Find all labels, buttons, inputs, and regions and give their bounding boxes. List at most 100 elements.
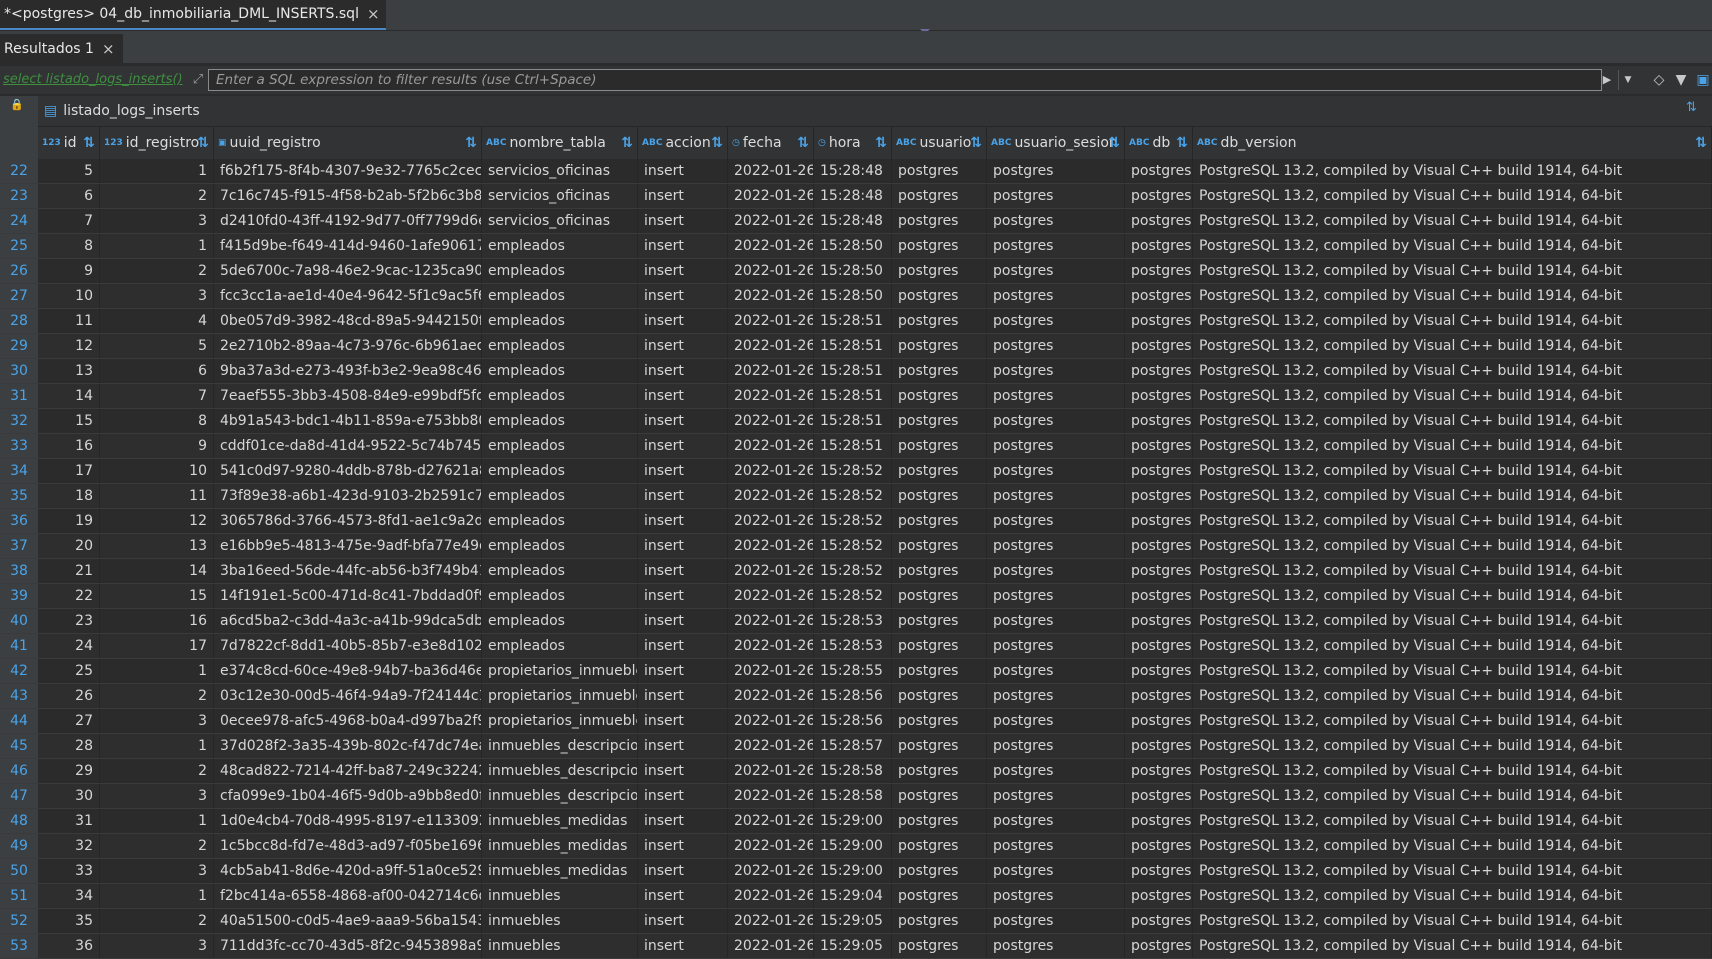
cell-db[interactable]: postgres: [1125, 259, 1193, 283]
cell-id[interactable]: 29: [38, 759, 100, 783]
cell-id[interactable]: 7: [38, 209, 100, 233]
cell-fecha[interactable]: 2022-01-26: [728, 934, 814, 958]
cell-id-registro[interactable]: 8: [100, 409, 214, 433]
cell-db-version[interactable]: PostgreSQL 13.2, compiled by Visual C++ …: [1193, 559, 1712, 583]
cell-fecha[interactable]: 2022-01-26: [728, 334, 814, 358]
cell-db-version[interactable]: PostgreSQL 13.2, compiled by Visual C++ …: [1193, 334, 1712, 358]
cell-db[interactable]: postgres: [1125, 809, 1193, 833]
cell-id[interactable]: 19: [38, 509, 100, 533]
row-number[interactable]: 47: [0, 784, 38, 808]
cell-hora[interactable]: 15:29:00: [814, 809, 892, 833]
cell-accion[interactable]: insert: [638, 359, 728, 383]
row-number[interactable]: 36: [0, 509, 38, 533]
cell-id-registro[interactable]: 1: [100, 234, 214, 258]
cell-nombre-tabla[interactable]: inmuebles_medidas: [482, 834, 638, 858]
cell-id-registro[interactable]: 3: [100, 284, 214, 308]
cell-db-version[interactable]: PostgreSQL 13.2, compiled by Visual C++ …: [1193, 634, 1712, 658]
cell-id-registro[interactable]: 7: [100, 384, 214, 408]
table-row[interactable]: 3821143ba16eed-56de-44fc-ab56-b3f749b41e…: [0, 559, 1712, 584]
cell-usuario-sesion[interactable]: postgres: [987, 159, 1125, 183]
cell-hora[interactable]: 15:28:51: [814, 334, 892, 358]
cell-uuid-registro[interactable]: 1d0e4cb4-70d8-4995-8197-e1133092687f: [214, 809, 482, 833]
table-row[interactable]: 26925de6700c-7a98-46e2-9cac-1235ca90249b…: [0, 259, 1712, 284]
table-row[interactable]: 4326203c12e30-00d5-46f4-94a9-7f24144c152…: [0, 684, 1712, 709]
cell-accion[interactable]: insert: [638, 684, 728, 708]
cell-nombre-tabla[interactable]: empleados: [482, 334, 638, 358]
cell-hora[interactable]: 15:28:58: [814, 759, 892, 783]
panel-icon[interactable]: ▣: [1694, 70, 1712, 90]
cell-usuario-sesion[interactable]: postgres: [987, 484, 1125, 508]
cell-usuario[interactable]: postgres: [892, 684, 987, 708]
cell-uuid-registro[interactable]: 73f89e38-a6b1-423d-9103-2b2591c773d9: [214, 484, 482, 508]
cell-db[interactable]: postgres: [1125, 609, 1193, 633]
cell-hora[interactable]: 15:28:51: [814, 359, 892, 383]
play-icon[interactable]: ▶: [1598, 70, 1616, 90]
eraser-icon[interactable]: ◇: [1650, 70, 1668, 90]
cell-usuario[interactable]: postgres: [892, 709, 987, 733]
cell-usuario[interactable]: postgres: [892, 159, 987, 183]
cell-uuid-registro[interactable]: 7c16c745-f915-4f58-b2ab-5f2b6c3b8ade: [214, 184, 482, 208]
cell-id[interactable]: 6: [38, 184, 100, 208]
cell-db-version[interactable]: PostgreSQL 13.2, compiled by Visual C++ …: [1193, 184, 1712, 208]
cell-id[interactable]: 28: [38, 734, 100, 758]
table-row[interactable]: 341710541c0d97-9280-4ddb-878b-d27621a856…: [0, 459, 1712, 484]
row-number[interactable]: 33: [0, 434, 38, 458]
sort-icon[interactable]: ⇅: [875, 135, 887, 151]
cell-hora[interactable]: 15:28:51: [814, 409, 892, 433]
cell-id[interactable]: 26: [38, 684, 100, 708]
cell-accion[interactable]: insert: [638, 384, 728, 408]
cell-id-registro[interactable]: 16: [100, 609, 214, 633]
cell-db-version[interactable]: PostgreSQL 13.2, compiled by Visual C++ …: [1193, 359, 1712, 383]
sort-icon[interactable]: ⇅: [970, 135, 982, 151]
cell-uuid-registro[interactable]: f6b2f175-8f4b-4307-9e32-7765c2cece81: [214, 159, 482, 183]
cell-id-registro[interactable]: 17: [100, 634, 214, 658]
table-row[interactable]: 35181173f89e38-a6b1-423d-9103-2b2591c773…: [0, 484, 1712, 509]
cell-nombre-tabla[interactable]: inmuebles: [482, 909, 638, 933]
sort-icon[interactable]: ⇅: [797, 135, 809, 151]
cell-usuario[interactable]: postgres: [892, 859, 987, 883]
sort-icon[interactable]: ⇅: [1686, 100, 1697, 115]
cell-db[interactable]: postgres: [1125, 184, 1193, 208]
cell-fecha[interactable]: 2022-01-26: [728, 159, 814, 183]
cell-nombre-tabla[interactable]: empleados: [482, 609, 638, 633]
cell-db-version[interactable]: PostgreSQL 13.2, compiled by Visual C++ …: [1193, 684, 1712, 708]
cell-db[interactable]: postgres: [1125, 909, 1193, 933]
row-number[interactable]: 41: [0, 634, 38, 658]
cell-accion[interactable]: insert: [638, 859, 728, 883]
column-header-uuid-registro[interactable]: ▣ uuid_registro ⇅: [214, 127, 482, 159]
cell-db[interactable]: postgres: [1125, 209, 1193, 233]
cell-id[interactable]: 17: [38, 459, 100, 483]
cell-fecha[interactable]: 2022-01-26: [728, 784, 814, 808]
row-number[interactable]: 49: [0, 834, 38, 858]
table-row[interactable]: 4124177d7822cf-8dd1-40b5-85b7-e3e8d1023a…: [0, 634, 1712, 659]
cell-uuid-registro[interactable]: 9ba37a3d-e273-493f-b3e2-9ea98c462eb4: [214, 359, 482, 383]
cell-uuid-registro[interactable]: f415d9be-f649-414d-9460-1afe906172b5: [214, 234, 482, 258]
cell-id-registro[interactable]: 14: [100, 559, 214, 583]
cell-id-registro[interactable]: 13: [100, 534, 214, 558]
cell-usuario[interactable]: postgres: [892, 934, 987, 958]
cell-db[interactable]: postgres: [1125, 659, 1193, 683]
sort-icon[interactable]: ⇅: [465, 135, 477, 151]
cell-nombre-tabla[interactable]: propietarios_inmuebles: [482, 659, 638, 683]
row-number[interactable]: 26: [0, 259, 38, 283]
cell-usuario[interactable]: postgres: [892, 334, 987, 358]
cell-id-registro[interactable]: 3: [100, 859, 214, 883]
column-header-usuario[interactable]: ABC usuario ⇅: [892, 127, 987, 159]
cell-id[interactable]: 30: [38, 784, 100, 808]
cell-accion[interactable]: insert: [638, 584, 728, 608]
cell-usuario-sesion[interactable]: postgres: [987, 559, 1125, 583]
cell-uuid-registro[interactable]: 5de6700c-7a98-46e2-9cac-1235ca90249b: [214, 259, 482, 283]
chevron-down-icon[interactable]: ▼: [1618, 70, 1637, 90]
cell-db[interactable]: postgres: [1125, 934, 1193, 958]
cell-hora[interactable]: 15:28:55: [814, 659, 892, 683]
table-row[interactable]: 301369ba37a3d-e273-493f-b3e2-9ea98c462eb…: [0, 359, 1712, 384]
cell-usuario-sesion[interactable]: postgres: [987, 434, 1125, 458]
cell-hora[interactable]: 15:28:50: [814, 234, 892, 258]
table-row[interactable]: 321584b91a543-bdc1-4b11-859a-e753bb80bef…: [0, 409, 1712, 434]
filter-input[interactable]: [208, 69, 1602, 91]
cell-usuario-sesion[interactable]: postgres: [987, 859, 1125, 883]
cell-id-registro[interactable]: 10: [100, 459, 214, 483]
column-header-hora[interactable]: ◷ hora ⇅: [814, 127, 892, 159]
cell-uuid-registro[interactable]: 48cad822-7214-42ff-ba87-249c32242df8: [214, 759, 482, 783]
cell-hora[interactable]: 15:29:05: [814, 909, 892, 933]
